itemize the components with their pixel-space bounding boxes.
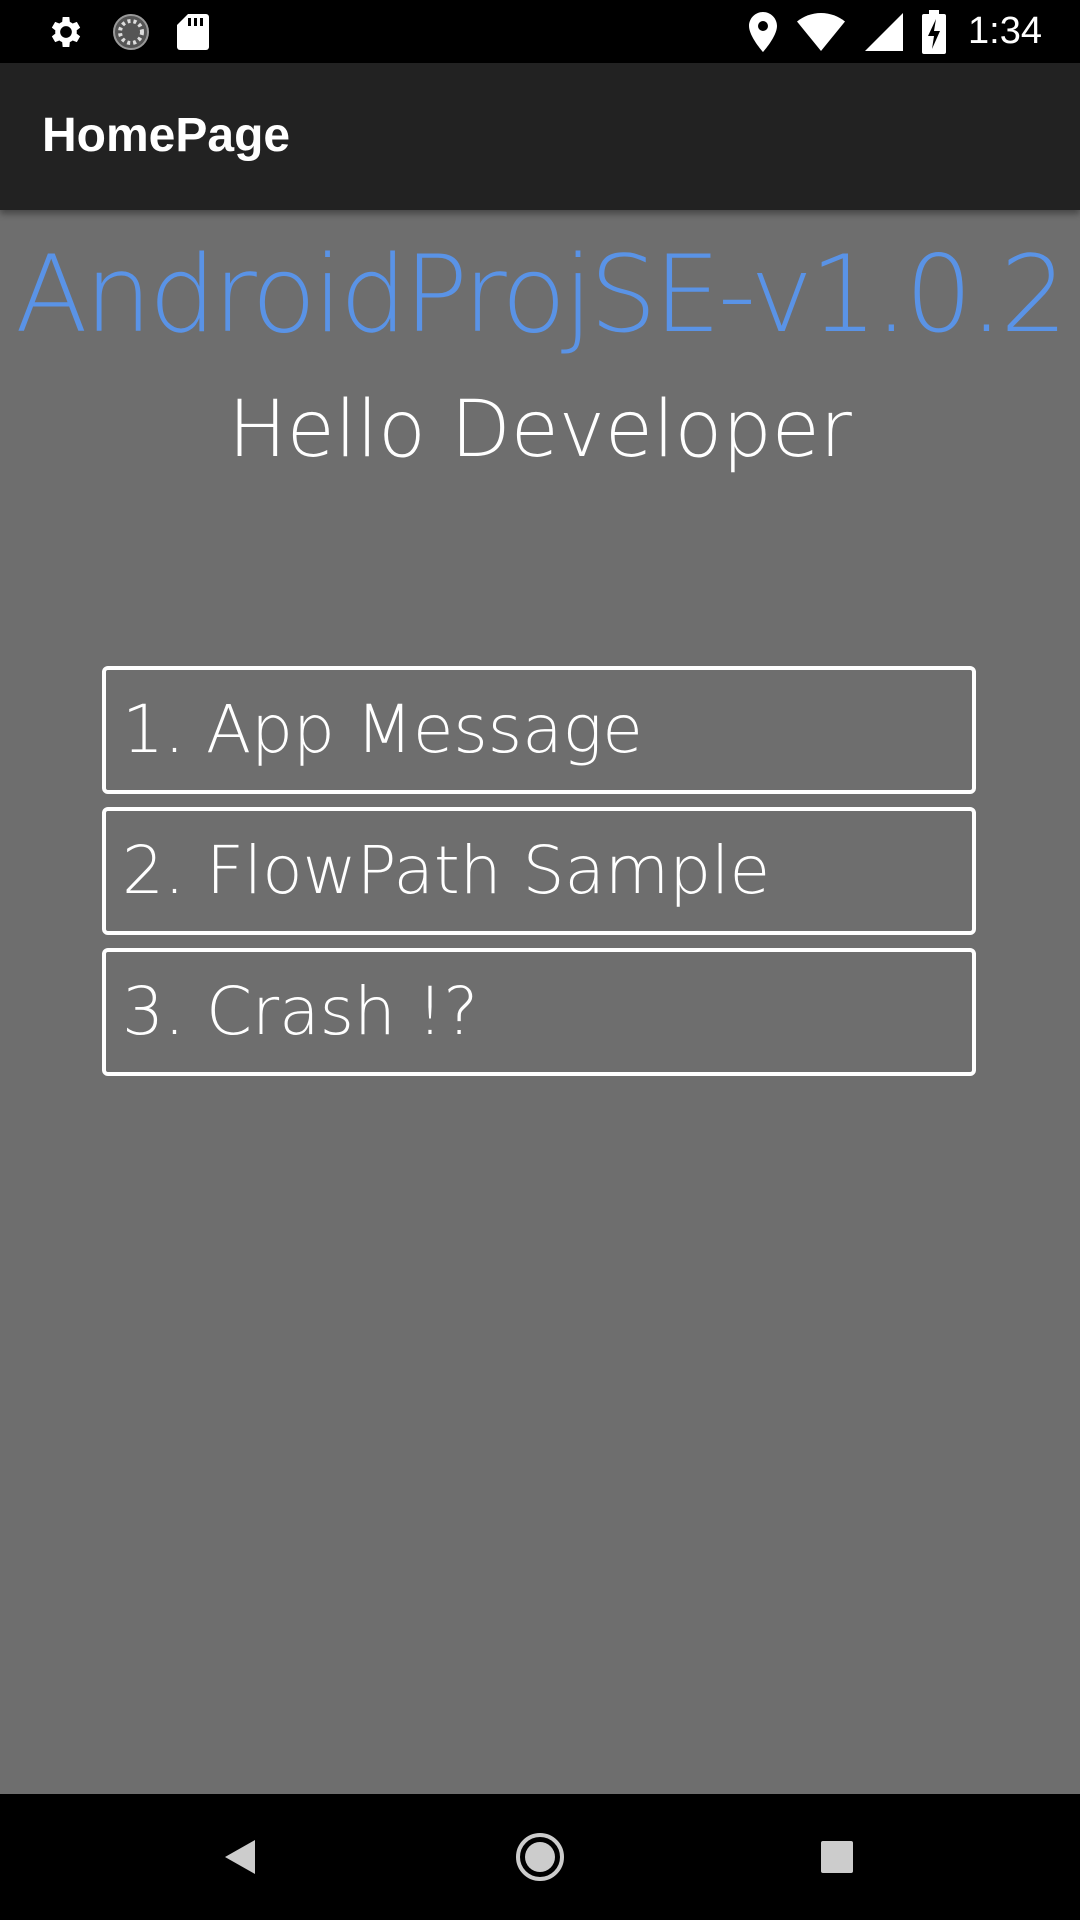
app-bar: HomePage: [0, 63, 1080, 210]
status-time: 1:34: [968, 10, 1042, 52]
menu-button-label: 1. App Message: [122, 691, 643, 768]
battery-charging-icon: [922, 9, 947, 54]
recents-icon: [820, 1840, 854, 1874]
status-right-icons: 1:34: [748, 8, 1042, 55]
crash-button[interactable]: 3. Crash !?: [102, 948, 976, 1076]
status-left-icons: [46, 10, 210, 53]
app-message-button[interactable]: 1. App Message: [102, 666, 976, 794]
flowpath-sample-button[interactable]: 2. FlowPath Sample: [102, 807, 976, 935]
recents-button[interactable]: [797, 1822, 877, 1892]
greeting-text: Hello Developer: [228, 385, 852, 475]
status-bar: 1:34: [0, 0, 1080, 63]
home-button[interactable]: [500, 1822, 580, 1892]
home-icon: [515, 1832, 565, 1882]
app-title: HomePage: [42, 109, 291, 162]
wifi-icon: [796, 12, 846, 52]
back-button[interactable]: [200, 1822, 280, 1892]
project-title: AndroidProjSE-v1.0.2: [15, 233, 1068, 356]
location-icon: [748, 11, 778, 53]
navigation-bar: [0, 1794, 1080, 1920]
settings-icon: [46, 12, 86, 52]
menu-button-label: 3. Crash !?: [122, 973, 479, 1050]
back-icon: [223, 1838, 257, 1876]
menu-list: 1. App Message 2. FlowPath Sample 3. Cra…: [102, 666, 976, 1089]
sd-card-icon: [176, 12, 210, 52]
screen: 1:34 HomePage AndroidProjSE-v1.0.2 Hello…: [0, 0, 1080, 1920]
signal-icon: [864, 12, 904, 52]
menu-button-label: 2. FlowPath Sample: [122, 832, 771, 909]
sync-icon: [110, 11, 152, 53]
main-content: AndroidProjSE-v1.0.2 Hello Developer 1. …: [0, 210, 1080, 1794]
